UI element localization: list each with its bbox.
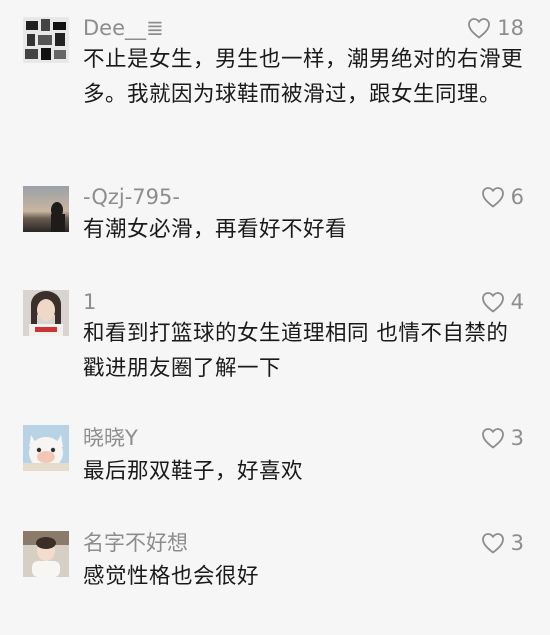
avatar[interactable]	[23, 17, 69, 63]
username[interactable]: -Qzj-795-	[83, 184, 180, 210]
comment-text: 和看到打篮球的女生道理相同 也情不自禁的戳进朋友圈了解一下	[83, 321, 509, 381]
avatar[interactable]	[23, 531, 69, 577]
like-count: 3	[510, 426, 524, 450]
heart-outline-icon	[468, 18, 491, 39]
heart-outline-icon	[481, 292, 504, 313]
heart-outline-icon	[481, 187, 504, 208]
username[interactable]: 名字不好想	[83, 530, 188, 556]
comment-text: 有潮女必滑，再看好不好看	[83, 217, 348, 242]
comment-text: 感觉性格也会很好	[83, 564, 260, 589]
like-button[interactable]: 3	[481, 530, 524, 556]
username[interactable]: 1	[83, 289, 96, 315]
avatar[interactable]	[23, 425, 69, 471]
like-count: 18	[497, 16, 524, 40]
like-count: 4	[510, 290, 524, 314]
comment-list: Dee__≣ 18 不止是女生，男生也一样，潮男绝对的右滑更多。我就因为球鞋而被…	[0, 0, 550, 635]
avatar[interactable]	[23, 290, 69, 336]
comment-text: 最后那双鞋子，好喜欢	[83, 459, 304, 484]
username[interactable]: 晓晓Y	[83, 425, 138, 451]
like-button[interactable]: 4	[481, 289, 524, 315]
like-count: 6	[510, 185, 524, 209]
username[interactable]: Dee__≣	[83, 15, 164, 41]
like-count: 3	[510, 531, 524, 555]
heart-outline-icon	[481, 428, 504, 449]
like-button[interactable]: 3	[481, 425, 524, 451]
heart-outline-icon	[481, 533, 504, 554]
comment-text: 不止是女生，男生也一样，潮男绝对的右滑更多。我就因为球鞋而被滑过，跟女生同理。	[83, 47, 524, 107]
avatar[interactable]	[23, 186, 69, 232]
like-button[interactable]: 6	[481, 184, 524, 210]
like-button[interactable]: 18	[467, 15, 524, 41]
